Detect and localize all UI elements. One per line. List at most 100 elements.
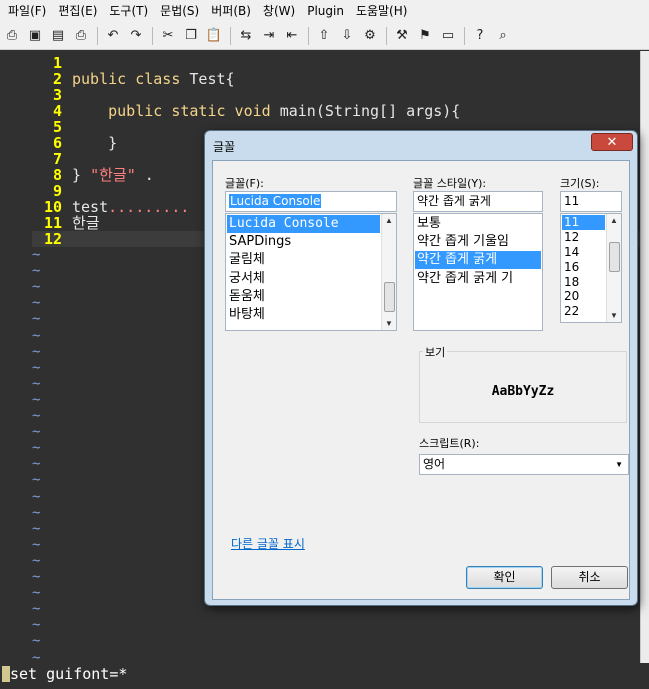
empty-line-marker: ~ (32, 359, 41, 376)
empty-line-marker: ~ (32, 263, 41, 280)
empty-line-marker: ~ (32, 456, 41, 473)
size-label: 크기(S): (560, 177, 600, 190)
font-size-list[interactable]: 22 20 18 16 14 12 11 ▲ ▼ (560, 213, 622, 323)
font-size-item[interactable]: 11 (562, 214, 605, 230)
jump-tag-icon[interactable]: ▭ (438, 25, 458, 47)
font-style-item[interactable]: 약간 좁게 굵게 기 (415, 270, 541, 288)
save-all-icon[interactable]: ▤ (48, 25, 68, 47)
font-size-item[interactable]: 14 (562, 245, 605, 260)
redo-icon[interactable]: ↷ (126, 25, 146, 47)
font-label: 글꼴(F): (225, 177, 264, 190)
font-name-value: Lucida Console (229, 194, 322, 208)
code-line: 한글 (72, 215, 100, 231)
save-session-icon[interactable]: ⇩ (337, 25, 357, 47)
open-icon[interactable]: ⎙ (2, 25, 22, 47)
cut-icon[interactable]: ✂ (158, 25, 178, 47)
paste-icon[interactable]: 📋 (204, 25, 224, 47)
more-fonts-link[interactable]: 다른 글꼴 표시 (231, 535, 305, 552)
toolbar-separator (464, 26, 465, 45)
run-script-icon[interactable]: ⚙ (360, 25, 380, 47)
scroll-thumb[interactable] (609, 242, 620, 272)
cancel-button[interactable]: 취소 (551, 566, 628, 589)
size-list-scrollbar[interactable]: ▲ ▼ (606, 214, 621, 322)
font-style-item[interactable]: 약간 좁게 기울임 (415, 233, 541, 251)
build-tags-icon[interactable]: ⚑ (415, 25, 435, 47)
empty-line-marker: ~ (32, 633, 41, 650)
font-size-item[interactable]: 22 (562, 304, 605, 319)
scroll-up-icon[interactable]: ▲ (385, 216, 393, 225)
dialog-titlebar[interactable]: 글꼴 ✕ (205, 131, 637, 159)
empty-line-marker: ~ (32, 375, 41, 392)
menu-item[interactable]: 도구(T) (103, 0, 154, 22)
font-style-input[interactable]: 약간 좁게 굵게 (413, 191, 543, 212)
close-button[interactable]: ✕ (591, 133, 633, 151)
font-name-input[interactable]: Lucida Console (225, 191, 397, 212)
font-style-list[interactable]: 약간 좁게 굵게 기 약간 좁게 굵게 약간 좁게 기울임 보통 (413, 213, 543, 331)
undo-icon[interactable]: ↶ (103, 25, 123, 47)
command-line[interactable]: set guifont=* (0, 663, 649, 689)
font-list-scrollbar[interactable]: ▲ ▼ (381, 214, 396, 330)
empty-line-marker: ~ (32, 247, 41, 263)
font-style-item[interactable]: 약간 좁게 굵게 (415, 251, 541, 270)
font-list[interactable]: 바탕체 돋움체 궁서체 굴림체 SAPDings Lucida Console ▲ ▼ (225, 213, 397, 331)
toolbar-separator (308, 26, 309, 45)
save-icon[interactable]: ▣ (25, 25, 45, 47)
help-icon[interactable]: ? (470, 25, 490, 47)
font-list-item[interactable]: 궁서체 (227, 270, 380, 288)
code-token: public class (72, 70, 190, 88)
find-next-icon[interactable]: ⇥ (259, 25, 279, 47)
scroll-down-icon[interactable]: ▼ (610, 311, 618, 320)
font-list-item[interactable]: Lucida Console (227, 215, 380, 233)
empty-line-marker: ~ (32, 391, 41, 408)
copy-icon[interactable]: ❐ (181, 25, 201, 47)
menu-item[interactable]: 창(W) (257, 0, 301, 22)
command-text: set guifont=* (10, 665, 128, 683)
line-number: 12 (43, 230, 62, 248)
empty-line-marker: ~ (32, 488, 41, 505)
find-prev-icon[interactable]: ⇤ (282, 25, 302, 47)
editor-scrollbar[interactable] (640, 51, 649, 663)
empty-line-marker: ~ (32, 552, 41, 569)
font-list-item[interactable]: 바탕체 (227, 306, 380, 324)
font-dialog: 글꼴 ✕ 글꼴(F): Lucida Console 바탕체 돋움체 궁서체 굴림체 S… (204, 130, 638, 606)
code-token: main(String[] args){ (279, 102, 461, 120)
toolbar-separator (97, 26, 98, 45)
font-size-item[interactable]: 12 (562, 230, 605, 245)
scroll-thumb[interactable] (384, 282, 395, 312)
script-value: 영어 (423, 457, 446, 471)
scroll-down-icon[interactable]: ▼ (385, 319, 393, 328)
code-token: Test{ (189, 70, 235, 88)
replace-icon[interactable]: ⇆ (236, 25, 256, 47)
menu-bar: 파일(F) 편집(E) 도구(T) 문법(S) 버퍼(B) 창(W) Plugin 도움말(H… (0, 0, 649, 22)
line-number: 2 (52, 70, 62, 88)
menu-item[interactable]: 도움말(H) (350, 0, 414, 22)
script-label: 스크립트(R): (419, 437, 480, 450)
empty-line-marker: ~ (32, 520, 41, 537)
menu-item[interactable]: 파일(F) (2, 0, 52, 22)
make-icon[interactable]: ⚒ (392, 25, 412, 47)
font-size-item[interactable]: 18 (562, 275, 605, 290)
code-token: } (72, 166, 91, 184)
menu-item[interactable]: 편집(E) (52, 0, 103, 22)
find-help-icon[interactable]: ⌕ (493, 25, 513, 47)
font-size-item[interactable]: 16 (562, 260, 605, 275)
script-select[interactable]: 영어 ▼ (419, 454, 629, 475)
empty-line-marker: ~ (32, 440, 41, 457)
menu-item[interactable]: 문법(S) (154, 0, 205, 22)
font-list-item[interactable]: 돋움체 (227, 288, 380, 306)
scroll-up-icon[interactable]: ▲ (610, 216, 618, 225)
font-list-item[interactable]: SAPDings (227, 233, 380, 251)
font-size-input[interactable]: 11 (560, 191, 622, 212)
font-list-item[interactable]: 굴림체 (227, 251, 380, 269)
print-icon[interactable]: ⎙ (71, 25, 91, 47)
load-session-icon[interactable]: ⇧ (314, 25, 334, 47)
code-line: public static void main(String[] args){ (72, 103, 460, 119)
toolbar-separator (230, 26, 231, 45)
font-size-item[interactable]: 20 (562, 289, 605, 304)
font-style-item[interactable]: 보통 (415, 215, 541, 233)
preview-text: AaBbYyZz (491, 384, 555, 399)
menu-item[interactable]: 버퍼(B) (205, 0, 257, 22)
line-number: 8 (52, 166, 62, 184)
menu-item[interactable]: Plugin (301, 0, 350, 22)
ok-button[interactable]: 확인 (466, 566, 543, 589)
